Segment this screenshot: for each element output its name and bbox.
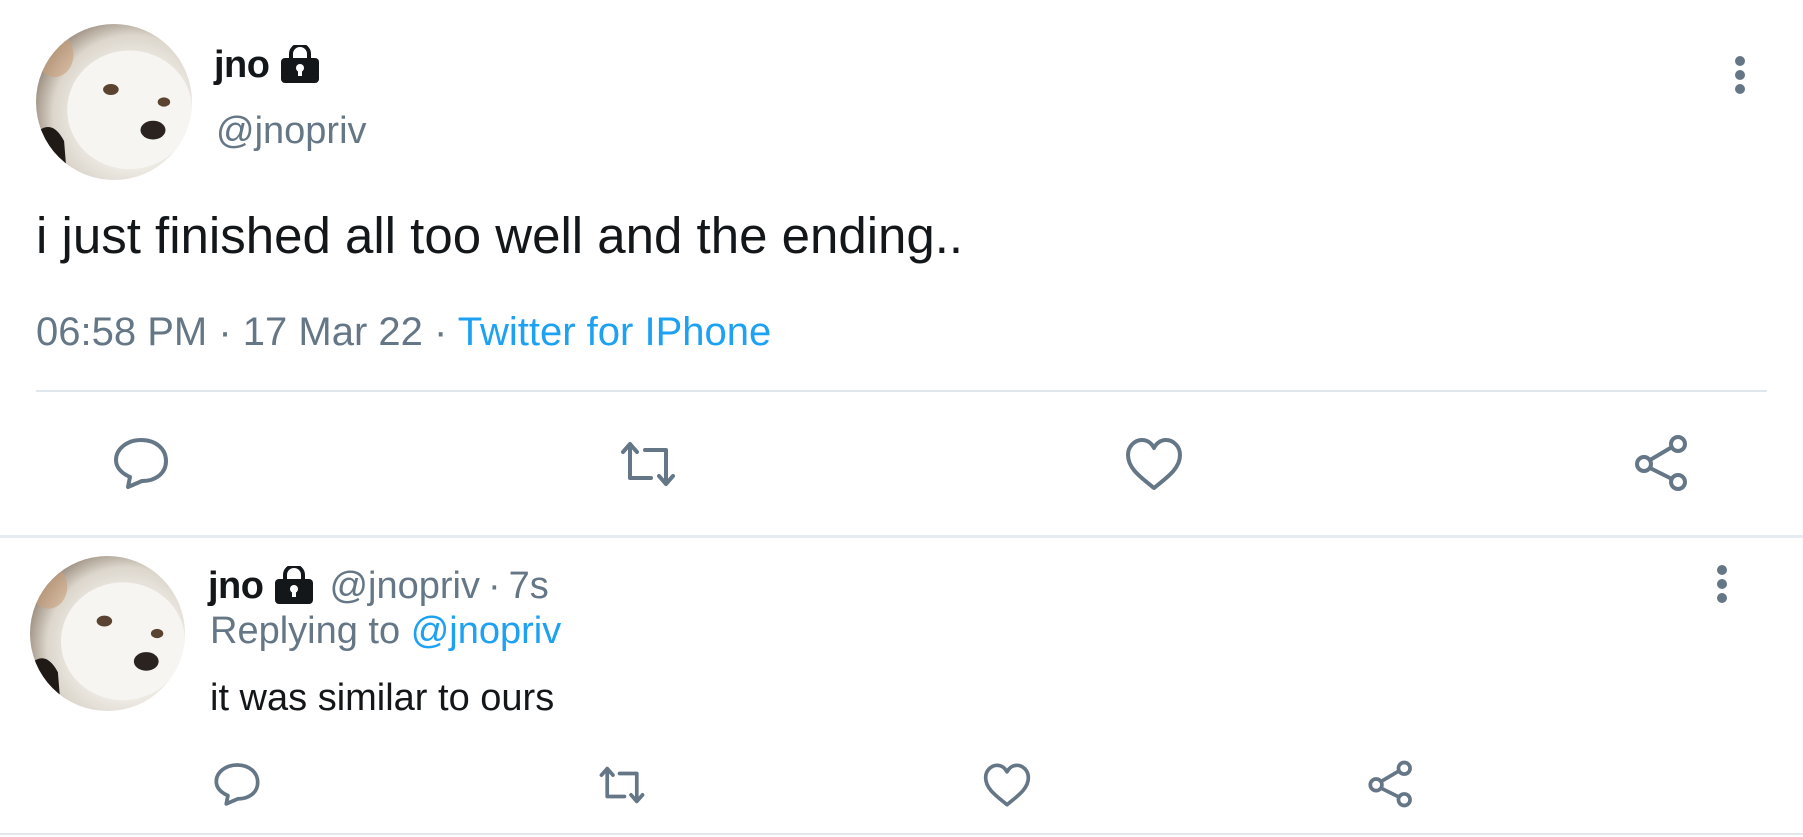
reply-header: jno @jnopriv · 7s xyxy=(208,562,549,610)
replying-to-label: Replying to xyxy=(210,610,401,652)
reply-tweet-text: it was similar to ours xyxy=(210,677,555,719)
dog-avatar-image xyxy=(30,565,185,711)
meta-separator: · xyxy=(434,310,448,354)
meta-separator: · xyxy=(218,310,232,354)
share-icon[interactable] xyxy=(1366,760,1416,808)
like-icon[interactable] xyxy=(1124,436,1184,492)
tweet-divider xyxy=(0,535,1803,538)
reply-age: 7s xyxy=(508,564,549,607)
more-icon[interactable] xyxy=(1710,563,1734,607)
bottom-divider xyxy=(0,833,1803,835)
like-icon[interactable] xyxy=(982,762,1032,808)
reply-icon[interactable] xyxy=(213,760,261,808)
main-handle[interactable]: @jnopriv xyxy=(216,110,367,153)
lock-icon xyxy=(273,566,315,606)
main-display-name[interactable]: jno xyxy=(214,44,270,87)
share-icon[interactable] xyxy=(1632,434,1692,492)
dog-avatar-image xyxy=(36,33,192,180)
replying-to-line: Replying to @jnopriv xyxy=(210,610,561,653)
tweet-meta: 06:58 PM · 17 Mar 22 · Twitter for IPhon… xyxy=(36,310,771,355)
reply-icon[interactable] xyxy=(112,434,170,492)
reply-handle[interactable]: @jnopriv xyxy=(329,565,480,608)
tweet-time: 06:58 PM xyxy=(36,310,208,354)
reply-display-name[interactable]: jno xyxy=(208,565,264,608)
lock-icon xyxy=(279,45,321,85)
main-tweet-text: i just finished all too well and the end… xyxy=(36,207,964,264)
action-divider xyxy=(36,390,1767,392)
main-avatar[interactable] xyxy=(36,24,192,180)
reply-meta-separator: · xyxy=(488,564,501,607)
tweet-date: 17 Mar 22 xyxy=(242,310,423,354)
replying-to-handle-link[interactable]: @jnopriv xyxy=(411,610,562,652)
tweet-source-link[interactable]: Twitter for IPhone xyxy=(458,310,771,354)
retweet-icon[interactable] xyxy=(615,436,681,492)
more-icon[interactable] xyxy=(1728,54,1752,98)
reply-avatar[interactable] xyxy=(30,556,185,711)
retweet-icon[interactable] xyxy=(594,762,650,808)
